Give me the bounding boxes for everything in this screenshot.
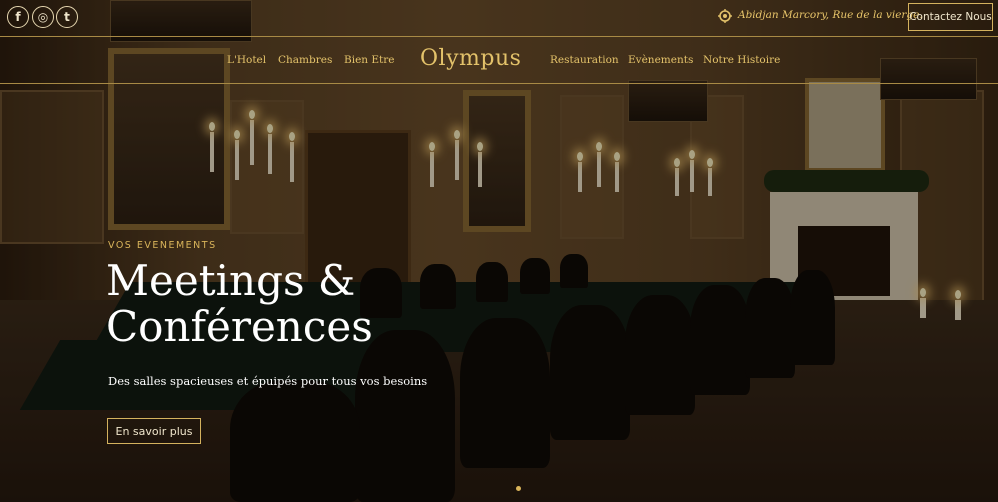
hero-title-line-1: Meetings &: [106, 256, 356, 305]
nav-item-notre-histoire[interactable]: Notre Histoire: [703, 54, 780, 66]
main-navigation: L'Hotel Chambres Bien Etre Olympus Resta…: [0, 37, 998, 84]
learn-more-button[interactable]: En savoir plus: [107, 418, 201, 444]
logo[interactable]: Olympus: [420, 46, 521, 71]
contact-button[interactable]: Contactez Nous: [908, 3, 993, 31]
hero-title: Meetings & Conférences: [106, 258, 526, 350]
location-icon: [718, 9, 732, 23]
hero-subtitle: Des salles spacieuses et épuipés pour to…: [108, 374, 428, 388]
instagram-icon[interactable]: ◎: [32, 6, 54, 28]
top-bar: f ◎ t Abidjan Marcory, Rue de la vierge.…: [0, 0, 998, 37]
facebook-icon[interactable]: f: [7, 6, 29, 28]
twitter-icon[interactable]: t: [56, 6, 78, 28]
carousel-dot-active[interactable]: [516, 486, 521, 491]
nav-item-evenements[interactable]: Evènements: [628, 54, 693, 66]
hero-title-line-2: Conférences: [106, 302, 373, 351]
nav-item-restauration[interactable]: Restauration: [550, 54, 619, 66]
nav-item-hotel[interactable]: L'Hotel: [227, 54, 266, 66]
nav-item-bien-etre[interactable]: Bien Etre: [344, 54, 395, 66]
address-text: Abidjan Marcory, Rue de la vierge.: [738, 9, 923, 21]
nav-item-chambres[interactable]: Chambres: [278, 54, 332, 66]
hero-eyebrow: VOS EVENEMENTS: [108, 240, 217, 251]
